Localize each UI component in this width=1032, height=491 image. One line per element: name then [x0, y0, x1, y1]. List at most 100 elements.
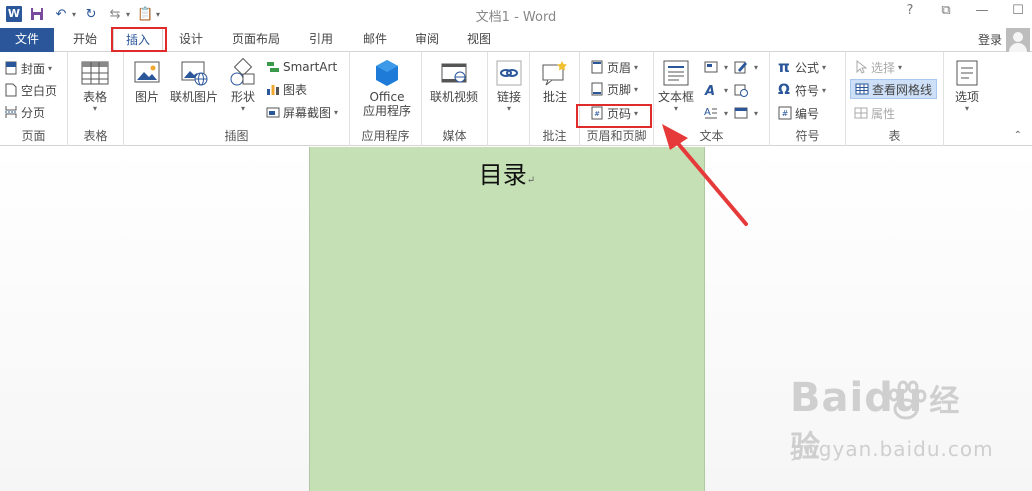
- select-button[interactable]: 选择 ▾: [854, 57, 902, 77]
- group-header-footer: 页眉 ▾ 页脚 ▾ # 页码 ▾ 页眉和页脚: [580, 52, 654, 146]
- group-label-comments: 批注: [542, 129, 567, 143]
- baidu-watermark: Baidu 经验 jingyan.baidu.com: [790, 375, 993, 475]
- chart-button[interactable]: 图表: [266, 79, 307, 99]
- group-illustrations: 图片 联机图片 形状 ▾ SmartArt 图表 屏幕截图 ▾ 插图: [124, 52, 350, 146]
- watermark-url: jingyan.baidu.com: [792, 437, 994, 461]
- ribbon-display-button[interactable]: ⧉: [938, 3, 954, 18]
- window-controls: ? ⧉ — ☐: [902, 3, 1026, 18]
- group-label-symbols: 符号: [795, 129, 820, 143]
- help-button[interactable]: ?: [902, 3, 918, 18]
- blank-page-button[interactable]: 空白页: [4, 80, 57, 100]
- signature-line-button[interactable]: ▾: [734, 57, 758, 77]
- wordart-button[interactable]: A ▾: [704, 80, 728, 100]
- object-button[interactable]: ▾: [734, 103, 758, 123]
- cover-page-button[interactable]: 封面 ▾: [4, 58, 52, 78]
- svg-text:A: A: [704, 107, 711, 118]
- office-apps-button[interactable]: Office 应用程序: [358, 58, 416, 118]
- paragraph-mark-icon: ↵: [526, 175, 536, 186]
- omega-icon: Ω: [778, 82, 790, 98]
- view-gridlines-button[interactable]: 查看网格线: [850, 79, 938, 99]
- title-bar: W ↶ ▾ ↻ ⇆ ▾ 📋 ▾ 文档1 - Word ? ⧉ — ☐: [0, 0, 1032, 28]
- document-page[interactable]: 目录↵: [309, 147, 705, 491]
- smartart-icon: [267, 62, 279, 72]
- wordart-icon: A: [704, 84, 715, 97]
- symbol-button[interactable]: Ω 符号 ▾: [778, 80, 826, 100]
- textbox-icon: [663, 60, 689, 86]
- tab-review[interactable]: 审阅: [404, 28, 450, 52]
- header-button[interactable]: 页眉 ▾: [590, 57, 638, 77]
- properties-button[interactable]: 属性: [854, 103, 895, 123]
- tab-home[interactable]: 开始: [62, 28, 108, 52]
- object-icon: [734, 107, 748, 119]
- quick-parts-icon: [704, 61, 718, 73]
- window-title: 文档1 - Word: [475, 10, 557, 25]
- tab-page-layout[interactable]: 页面布局: [222, 28, 290, 52]
- comment-icon: [542, 61, 567, 86]
- tab-view[interactable]: 视图: [456, 28, 502, 52]
- svg-text:#: #: [782, 109, 789, 118]
- equation-button[interactable]: π 公式 ▾: [778, 57, 826, 77]
- group-media: 联机视频 媒体: [422, 52, 488, 146]
- comment-button[interactable]: 批注: [540, 58, 570, 104]
- header-icon: [591, 60, 603, 74]
- group-label-text: 文本: [699, 129, 724, 143]
- group-label-apps: 应用程序: [361, 129, 410, 143]
- numbering-button[interactable]: # 编号: [778, 103, 819, 123]
- screenshot-button[interactable]: 屏幕截图 ▾: [266, 102, 338, 122]
- document-heading[interactable]: 目录↵: [310, 155, 704, 190]
- screenshot-icon: [266, 107, 280, 118]
- tab-references[interactable]: 引用: [298, 28, 344, 52]
- page-break-button[interactable]: 分页: [4, 102, 45, 122]
- gridlines-icon: [855, 83, 869, 95]
- online-video-icon: [441, 63, 467, 83]
- group-comments: 批注 批注: [530, 52, 580, 146]
- numbering-icon: #: [778, 106, 792, 120]
- tab-design[interactable]: 设计: [168, 28, 214, 52]
- group-text: 文本框 ▾ ▾ ▾ A ▾ A ▾ ▾ 文本: [654, 52, 770, 146]
- table-button[interactable]: 表格 ▾: [80, 58, 110, 114]
- group-tables: 表格 ▾ 表格: [68, 52, 124, 146]
- group-label-illustrations: 插图: [224, 129, 249, 143]
- link-icon: [496, 60, 522, 86]
- options-button[interactable]: 选项 ▾: [952, 58, 982, 114]
- links-button[interactable]: 链接 ▾: [494, 58, 524, 114]
- drop-cap-icon: A: [704, 107, 717, 119]
- table-icon: [81, 61, 109, 85]
- paw-icon: [888, 380, 927, 420]
- online-video-button[interactable]: 联机视频: [430, 58, 478, 104]
- tab-file[interactable]: 文件: [0, 28, 54, 52]
- drop-cap-button[interactable]: A ▾: [704, 103, 728, 123]
- svg-text:A: A: [704, 84, 715, 97]
- ribbon: 封面 ▾ 空白页 分页 页面 表格 ▾ 表格 图片 联机图片 形状 ▾ Smar…: [0, 52, 1032, 146]
- group-label-header-footer: 页眉和页脚: [586, 129, 647, 143]
- cursor-icon: [856, 60, 868, 74]
- group-options: 选项 ▾: [944, 52, 988, 146]
- picture-button[interactable]: 图片: [132, 58, 162, 104]
- group-table: 选择 ▾ 查看网格线 属性 表: [846, 52, 944, 146]
- smartart-button[interactable]: SmartArt: [266, 57, 337, 77]
- collapse-ribbon-icon[interactable]: ⌃: [1014, 130, 1022, 141]
- group-links: 链接 ▾: [488, 52, 530, 146]
- pi-icon: π: [778, 58, 790, 76]
- office-store-icon: [376, 60, 398, 86]
- group-pages: 封面 ▾ 空白页 分页 页面: [0, 52, 68, 146]
- login-link[interactable]: 登录: [978, 31, 1002, 48]
- page-break-icon: [5, 106, 17, 118]
- online-picture-button[interactable]: 联机图片: [170, 58, 218, 104]
- online-picture-icon: [181, 61, 208, 86]
- footer-button[interactable]: 页脚 ▾: [590, 79, 638, 99]
- signature-icon: [734, 61, 747, 74]
- shapes-button[interactable]: 形状 ▾: [228, 58, 258, 114]
- avatar[interactable]: [1006, 28, 1030, 52]
- page-number-highlight: [576, 104, 652, 128]
- textbox-button[interactable]: 文本框 ▾: [658, 58, 694, 114]
- minimize-button[interactable]: —: [974, 3, 990, 18]
- date-time-icon: [734, 84, 748, 97]
- cover-page-icon: [5, 61, 17, 75]
- maximize-button[interactable]: ☐: [1010, 3, 1026, 18]
- tab-mailings[interactable]: 邮件: [352, 28, 398, 52]
- shapes-icon: [230, 58, 255, 86]
- group-label-media: 媒体: [442, 129, 467, 143]
- date-time-button[interactable]: [734, 80, 751, 100]
- quick-parts-button[interactable]: ▾: [704, 57, 728, 77]
